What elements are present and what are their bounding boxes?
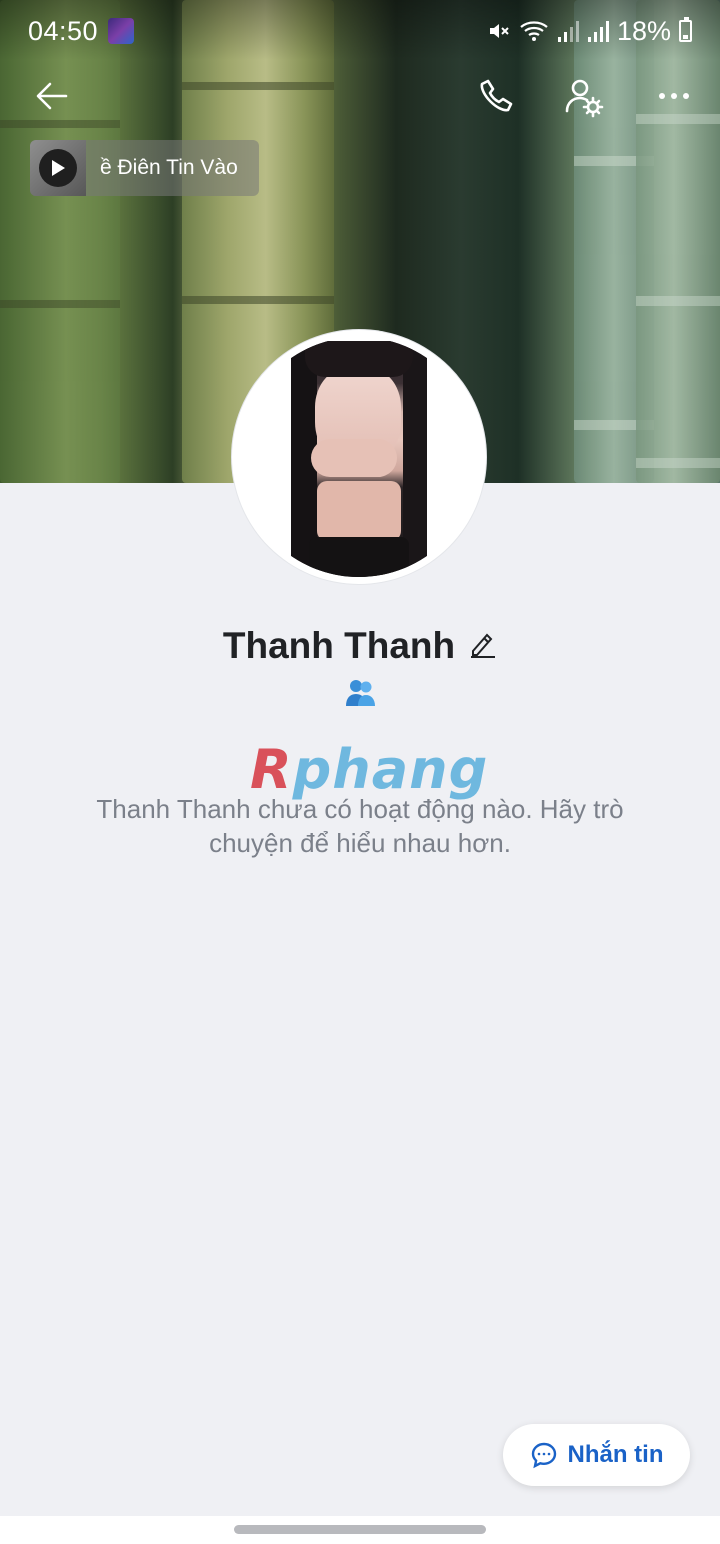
- more-options-button[interactable]: [646, 68, 702, 124]
- call-button[interactable]: [468, 68, 524, 124]
- signal-icon: [587, 21, 609, 42]
- pencil-icon: [471, 633, 496, 658]
- profile-name: Thanh Thanh: [222, 625, 456, 666]
- profile-music-chip[interactable]: ề Điên Tin Vào: [30, 140, 259, 196]
- avatar[interactable]: [232, 330, 486, 584]
- status-bar: 04:50 18%: [0, 0, 720, 62]
- avatar-image: [239, 337, 479, 577]
- music-thumbnail: [30, 140, 86, 196]
- signal-icon: [557, 21, 579, 42]
- empty-activity-message: Thanh Thanh chưa có hoạt động nào. Hãy t…: [96, 794, 624, 858]
- back-button[interactable]: [24, 68, 80, 124]
- app-notification-icon: [108, 18, 135, 44]
- home-indicator[interactable]: [234, 1525, 486, 1534]
- play-icon: [52, 160, 65, 176]
- battery-icon: [679, 17, 692, 42]
- edit-name-button[interactable]: [469, 629, 497, 664]
- phone-icon: [480, 79, 513, 112]
- profile-settings-button[interactable]: [556, 70, 612, 126]
- watermark-logo: Rphang: [250, 738, 489, 801]
- user-settings-icon: [565, 79, 604, 118]
- send-message-button[interactable]: Nhắn tin: [503, 1424, 690, 1486]
- play-button[interactable]: [39, 149, 77, 187]
- chat-bubble-icon: [531, 1442, 556, 1469]
- battery-percentage: 18%: [616, 15, 671, 46]
- more-dots-icon: [659, 93, 689, 99]
- music-title: ề Điên Tin Vào: [100, 156, 238, 179]
- send-message-label: Nhắn tin: [567, 1441, 664, 1468]
- mute-icon: [489, 24, 509, 38]
- back-arrow-icon: [36, 82, 68, 110]
- wifi-icon: [520, 21, 548, 41]
- profile-name-row: Thanh Thanh: [0, 620, 720, 672]
- status-time: 04:50: [28, 15, 99, 46]
- friends-icon: [346, 680, 375, 706]
- profile-top-bar: [0, 66, 720, 126]
